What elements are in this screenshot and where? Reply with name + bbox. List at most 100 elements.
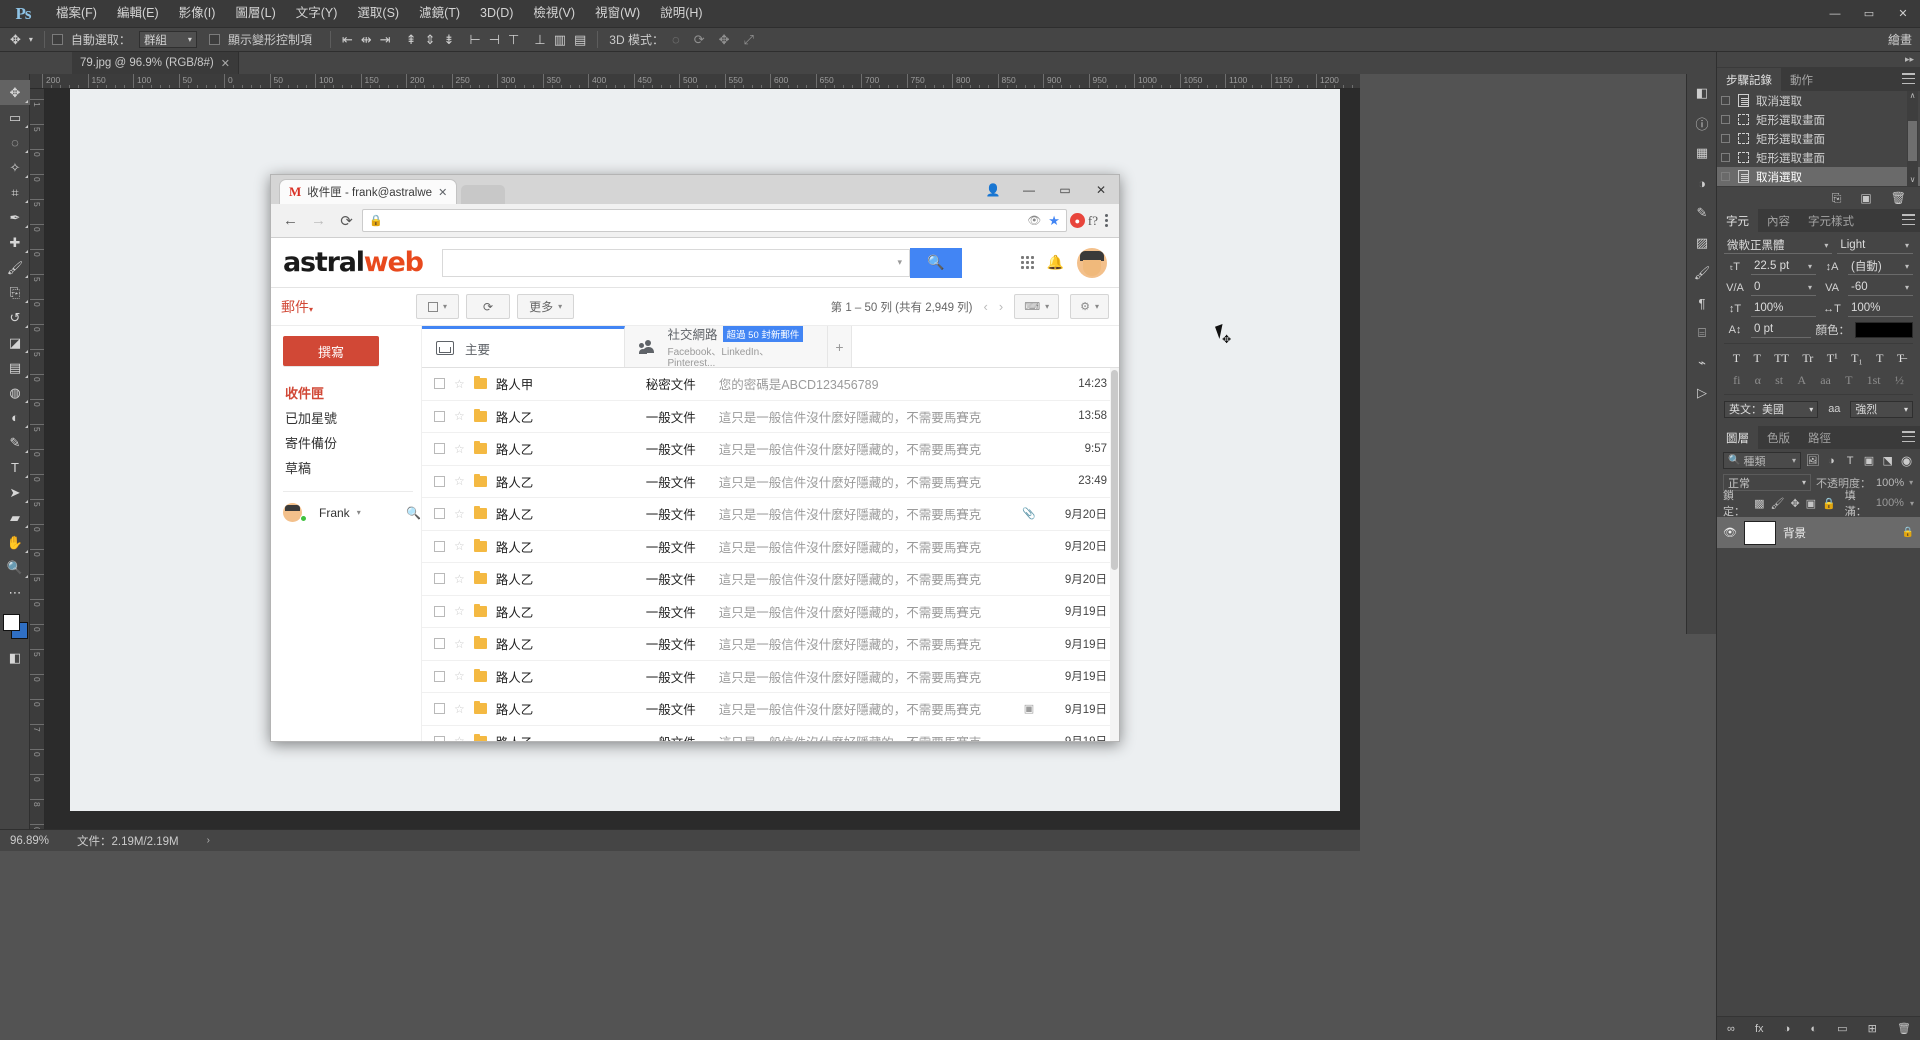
- star-icon[interactable]: ☆: [454, 637, 465, 651]
- new-layer-icon[interactable]: ⊞: [1868, 1022, 1877, 1035]
- message-checkbox[interactable]: [434, 703, 445, 715]
- blur-tool[interactable]: ◍: [0, 380, 30, 405]
- sidebar-item-3[interactable]: 草稿: [283, 455, 421, 480]
- link-layers-icon[interactable]: ∞: [1727, 1023, 1735, 1035]
- prev-page-button[interactable]: ‹: [984, 299, 988, 314]
- styles-panel-icon[interactable]: ✎: [1687, 198, 1717, 228]
- align-icon-8[interactable]: ⊤: [504, 32, 523, 48]
- star-icon[interactable]: ☆: [454, 604, 465, 618]
- style-btn-5[interactable]: T₁: [1851, 351, 1863, 366]
- address-bar[interactable]: 🔒 👁 ★: [362, 209, 1067, 232]
- marquee-tool[interactable]: ▭: [0, 105, 30, 130]
- more-tools[interactable]: ⋯: [0, 580, 30, 605]
- menu-item-7[interactable]: 3D(D): [470, 0, 523, 27]
- shape-tool[interactable]: ▰: [0, 505, 30, 530]
- message-row[interactable]: ☆ 路人乙 一般文件 這只是一般信件沒什麼好隱藏的，不需要馬賽克 9月19日: [422, 628, 1119, 661]
- align-icon-11[interactable]: ▤: [570, 32, 590, 48]
- auto-select-dropdown[interactable]: 群組 ▾: [138, 31, 197, 48]
- ot-btn-1[interactable]: α: [1755, 373, 1761, 388]
- font-size-field[interactable]: 22.5 pt ▾: [1751, 258, 1816, 275]
- history-tab-0[interactable]: 步驟記錄: [1717, 68, 1781, 91]
- message-checkbox[interactable]: [434, 508, 445, 520]
- keyboard-shortcuts-button[interactable]: ⌨ ▾: [1014, 294, 1060, 319]
- select-all-checkbox[interactable]: [428, 301, 438, 312]
- lasso-tool[interactable]: ◌: [0, 130, 30, 155]
- back-button[interactable]: ←: [278, 208, 303, 233]
- zoom-tool[interactable]: 🔍: [0, 555, 30, 580]
- align-icon-5[interactable]: ⇟: [439, 32, 458, 48]
- foreground-color-swatch[interactable]: [3, 614, 20, 631]
- align-icon-0[interactable]: ⇤: [338, 32, 357, 48]
- style-btn-1[interactable]: T: [1754, 351, 1761, 366]
- chrome-close-button[interactable]: ✕: [1083, 175, 1119, 204]
- lock-all-icon[interactable]: 🔒: [1822, 497, 1836, 510]
- brush-tool[interactable]: 🖌: [0, 255, 30, 280]
- add-category-tab-button[interactable]: +: [828, 326, 852, 367]
- menu-item-5[interactable]: 選取(S): [347, 0, 409, 27]
- trash-icon[interactable]: 🗑: [1891, 191, 1906, 205]
- label-folder-icon[interactable]: [473, 506, 487, 520]
- sidebar-user-row[interactable]: Frank ▾ 🔍: [283, 499, 421, 526]
- label-folder-icon[interactable]: [473, 636, 487, 650]
- fill-value[interactable]: 100%: [1876, 497, 1904, 509]
- move-tool[interactable]: ✥: [0, 80, 30, 105]
- menu-item-6[interactable]: 濾鏡(T): [409, 0, 470, 27]
- crop-tool[interactable]: ⌗: [0, 180, 30, 205]
- chrome-menu-icon[interactable]: [1101, 214, 1112, 227]
- star-icon[interactable]: ☆: [454, 442, 465, 456]
- layer-lock-icon[interactable]: 🔒: [1902, 527, 1914, 538]
- label-folder-icon[interactable]: [473, 733, 487, 741]
- lock-image-icon[interactable]: 🖌: [1770, 497, 1784, 510]
- star-icon[interactable]: ☆: [454, 409, 465, 423]
- language-dropdown[interactable]: 英文：美國 ▾: [1724, 400, 1819, 418]
- label-folder-icon[interactable]: [473, 441, 487, 455]
- adjustments-panel-icon[interactable]: ◑: [1687, 168, 1717, 198]
- chrome-minimize-button[interactable]: —: [1011, 175, 1047, 204]
- dock-collapse-button[interactable]: ▸▸: [1717, 52, 1920, 68]
- menu-item-9[interactable]: 視窗(W): [585, 0, 650, 27]
- character-styles-icon[interactable]: ⌸: [1687, 318, 1717, 348]
- document-tab-close-icon[interactable]: ✕: [221, 57, 230, 70]
- history-item[interactable]: 矩形選取畫面: [1717, 129, 1920, 148]
- message-list-scrollbar[interactable]: [1110, 368, 1119, 741]
- align-icon-1[interactable]: ⇹: [357, 32, 376, 48]
- message-checkbox[interactable]: [434, 475, 445, 487]
- show-transform-checkbox[interactable]: [208, 34, 220, 45]
- bell-icon[interactable]: 🔔: [1047, 254, 1064, 271]
- align-icon-3[interactable]: ⇞: [402, 32, 421, 48]
- new-snapshot-icon[interactable]: ⎘: [1832, 191, 1842, 206]
- ot-btn-7[interactable]: ½: [1895, 373, 1904, 388]
- label-folder-icon[interactable]: [473, 701, 487, 715]
- message-row[interactable]: ☆ 路人乙 一般文件 這只是一般信件沒什麼好隱藏的，不需要馬賽克 9月19日: [422, 596, 1119, 628]
- message-checkbox[interactable]: [434, 638, 445, 650]
- history-snapshot-checkbox[interactable]: [1721, 172, 1730, 181]
- layers-tab-0[interactable]: 圖層: [1717, 426, 1758, 449]
- dodge-tool[interactable]: ◐: [0, 405, 30, 430]
- message-checkbox[interactable]: [434, 573, 445, 585]
- tracking-field[interactable]: -60 ▾: [1848, 279, 1913, 296]
- sidebar-item-0[interactable]: 收件匣: [283, 380, 421, 405]
- gradient-tool[interactable]: ▤: [0, 355, 30, 380]
- ot-btn-2[interactable]: st: [1775, 373, 1783, 388]
- menu-item-1[interactable]: 編輯(E): [107, 0, 169, 27]
- history-item[interactable]: 矩形選取畫面: [1717, 110, 1920, 129]
- filter-image-icon[interactable]: 🖼: [1805, 454, 1820, 467]
- user-avatar[interactable]: [1077, 247, 1107, 278]
- star-icon[interactable]: ☆: [454, 734, 465, 741]
- history-item[interactable]: 取消選取: [1717, 91, 1920, 110]
- ot-btn-4[interactable]: aa: [1820, 373, 1831, 388]
- delete-layer-icon[interactable]: 🗑: [1897, 1022, 1911, 1035]
- align-icon-4[interactable]: ⇕: [421, 32, 440, 48]
- style-btn-4[interactable]: T¹: [1827, 351, 1838, 366]
- align-icon-10[interactable]: ▥: [550, 32, 570, 48]
- style-btn-3[interactable]: Tr: [1802, 351, 1813, 366]
- opacity-value[interactable]: 100%: [1876, 477, 1904, 489]
- scroll-thumb[interactable]: [1908, 121, 1917, 161]
- star-icon[interactable]: ☆: [454, 474, 465, 488]
- bookmark-star-icon[interactable]: ★: [1048, 213, 1060, 229]
- layer-mask-icon[interactable]: ◑: [1784, 1023, 1791, 1035]
- message-checkbox[interactable]: [434, 670, 445, 682]
- message-row[interactable]: ☆ 路人乙 一般文件 這只是一般信件沒什麼好隱藏的，不需要馬賽克 9:57: [422, 433, 1119, 466]
- label-folder-icon[interactable]: [473, 376, 487, 390]
- layers-tab-2[interactable]: 路徑: [1799, 426, 1840, 449]
